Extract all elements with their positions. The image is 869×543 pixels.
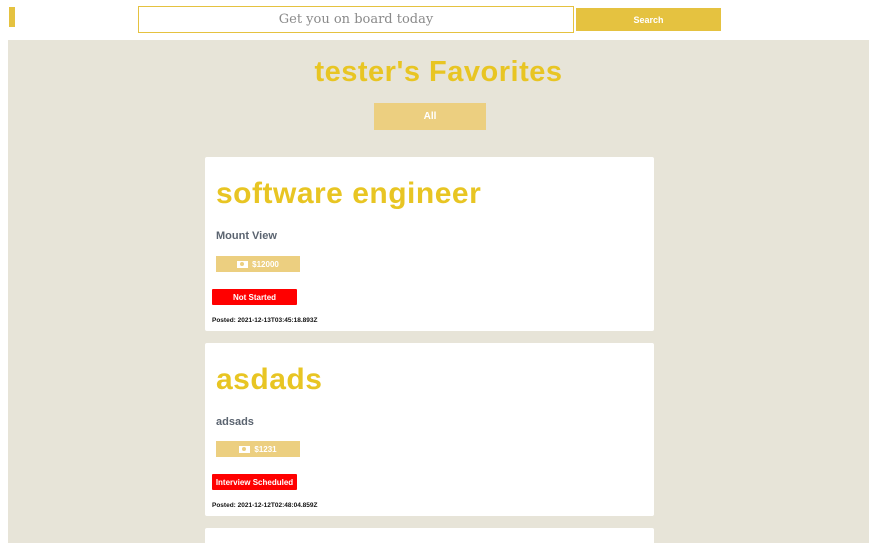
favorites-page: tester's Favorites All software engineer…	[8, 40, 869, 543]
salary-value: $12000	[252, 259, 279, 269]
job-card[interactable]	[205, 528, 654, 543]
job-location: adsads	[216, 416, 254, 428]
job-card[interactable]: software engineer Mount View $12000 Not …	[205, 157, 654, 331]
job-card[interactable]: asdads adsads $1231 Interview Scheduled …	[205, 343, 654, 516]
filter-all-button[interactable]: All	[374, 103, 486, 130]
posted-date: Posted: 2021-12-13T03:45:18.893Z	[212, 317, 318, 324]
status-badge[interactable]: Not Started	[212, 289, 297, 305]
search-input[interactable]	[138, 6, 574, 33]
top-bar: Search	[0, 0, 869, 40]
money-icon	[237, 260, 249, 268]
salary-badge: $1231	[216, 441, 300, 457]
salary-badge: $12000	[216, 256, 300, 272]
job-title: software engineer	[216, 177, 482, 210]
job-title: asdads	[216, 363, 323, 396]
job-location: Mount View	[216, 230, 277, 242]
logo[interactable]	[9, 7, 15, 27]
status-badge[interactable]: Interview Scheduled	[212, 474, 297, 490]
page-title: tester's Favorites	[314, 56, 563, 88]
money-icon	[239, 445, 251, 453]
search-button[interactable]: Search	[576, 8, 721, 31]
posted-date: Posted: 2021-12-12T02:48:04.859Z	[212, 502, 318, 509]
salary-value: $1231	[254, 444, 277, 454]
